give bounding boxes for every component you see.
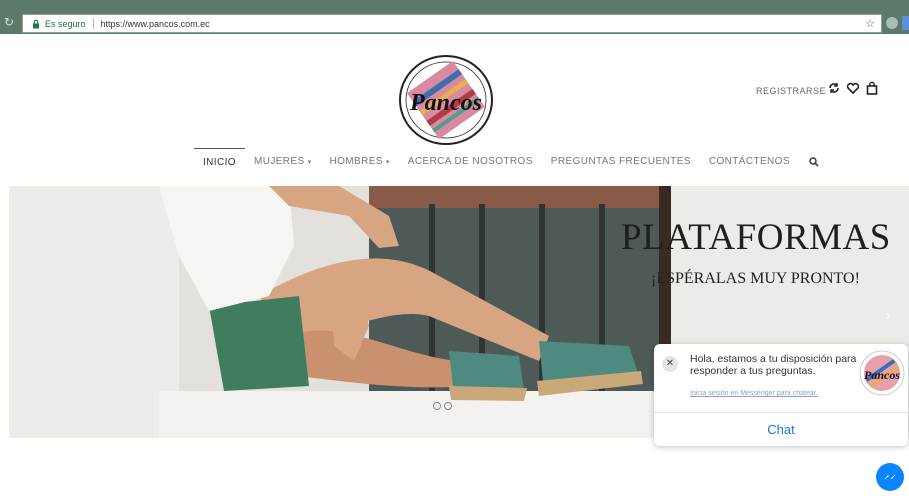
- bookmark-star-icon[interactable]: ☆: [865, 17, 875, 30]
- nav-item-preguntas[interactable]: PREGUNTAS FRECUENTES: [542, 148, 700, 176]
- nav-label: ACERCA DE NOSOTROS: [407, 156, 533, 167]
- slider-dots: [433, 402, 452, 410]
- nav-item-hombres[interactable]: HOMBRES ▾: [320, 148, 398, 176]
- chevron-right-icon[interactable]: ›: [885, 306, 891, 325]
- svg-text:Pancos: Pancos: [864, 368, 900, 382]
- nav-item-inicio[interactable]: INICIO: [194, 148, 245, 176]
- chat-greeting: Hola, estamos a tu disposición para resp…: [690, 353, 857, 377]
- compare-icon[interactable]: [827, 81, 841, 95]
- nav-label: PREGUNTAS FRECUENTES: [550, 156, 691, 167]
- hero-subtitle: ¡ESPÉRALAS MUY PRONTO!: [651, 270, 860, 287]
- slider-dot[interactable]: [444, 402, 452, 410]
- chat-avatar: Pancos: [859, 350, 905, 396]
- main-navigation: INICIO MUJERES ▾ HOMBRES ▾ ACERCA DE NOSOT…: [194, 148, 819, 176]
- nav-item-acerca[interactable]: ACERCA DE NOSOTROS: [399, 148, 542, 176]
- pancos-logo[interactable]: Pancos: [396, 52, 496, 148]
- header-icons: [827, 81, 879, 95]
- extension-icon[interactable]: [886, 17, 898, 29]
- svg-text:Pancos: Pancos: [409, 90, 482, 116]
- nav-label: MUJERES: [253, 156, 305, 167]
- lock-icon: [33, 19, 39, 28]
- extension-doc-icon[interactable]: [902, 16, 909, 30]
- caret-down-icon: ▾: [385, 159, 390, 166]
- search-button[interactable]: [799, 148, 819, 176]
- close-icon[interactable]: ✕: [662, 356, 678, 372]
- search-icon: [809, 157, 819, 167]
- messenger-chat-widget: ✕ Hola, estamos a tu disposición para re…: [654, 344, 908, 446]
- secure-label: Es seguro: [45, 18, 86, 29]
- nav-item-mujeres[interactable]: MUJERES ▾: [245, 148, 321, 176]
- heart-icon[interactable]: [846, 81, 860, 95]
- browser-toolbar: ↻ Es seguro https://www.pancos.com.ec ☆: [0, 0, 909, 34]
- divider: [92, 18, 94, 29]
- slider-dot[interactable]: [433, 402, 441, 410]
- nav-label: INICIO: [203, 157, 236, 168]
- hero-title: PLATAFORMAS: [621, 217, 891, 258]
- chat-button[interactable]: Chat: [654, 413, 908, 446]
- register-link[interactable]: REGISTRARSE: [756, 86, 826, 96]
- caret-down-icon: ▾: [307, 159, 312, 166]
- messenger-launcher[interactable]: [876, 463, 904, 491]
- nav-label: HOMBRES: [329, 156, 383, 167]
- url-text[interactable]: https://www.pancos.com.ec: [101, 19, 210, 29]
- messenger-login-link[interactable]: Inicia sesión en Messenger para chatear.: [690, 390, 818, 397]
- nav-label: CONTÁCTENOS: [708, 156, 790, 167]
- nav-item-contactenos[interactable]: CONTÁCTENOS: [700, 148, 799, 176]
- address-bar[interactable]: Es seguro https://www.pancos.com.ec ☆: [22, 14, 882, 33]
- messenger-icon: [884, 474, 896, 480]
- shopping-bag-icon[interactable]: [865, 81, 879, 95]
- reload-icon[interactable]: ↻: [4, 15, 18, 31]
